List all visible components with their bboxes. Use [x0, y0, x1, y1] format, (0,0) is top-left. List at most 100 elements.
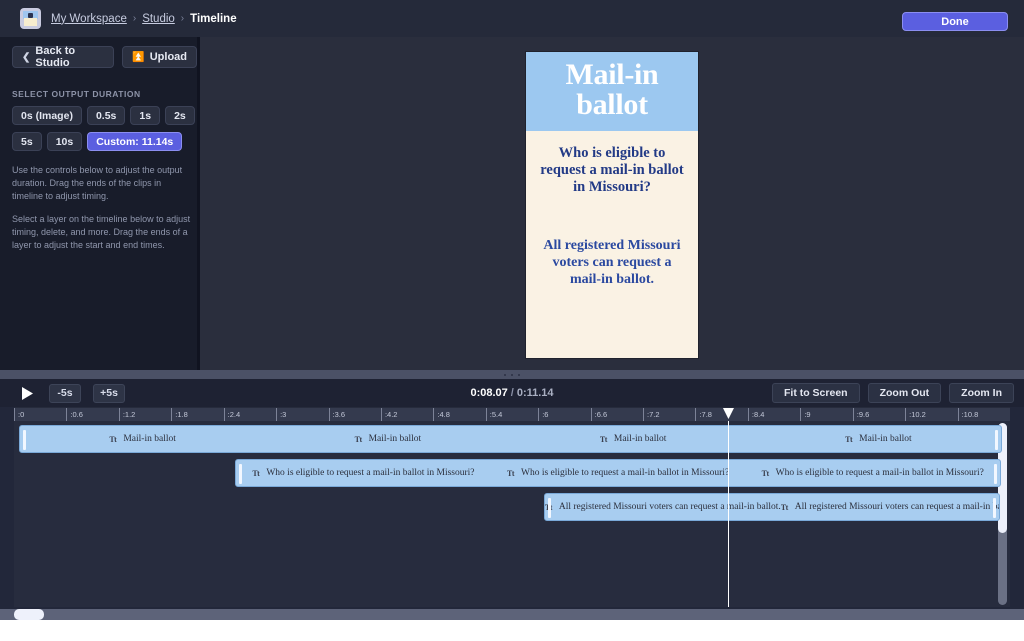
clip-right-handle[interactable]	[995, 430, 999, 450]
clip-label: Tt Who is eligible to request a mail-in b…	[236, 468, 491, 478]
duration-chip-1[interactable]: 0.5s	[86, 106, 126, 125]
duration-row-2: 5s 10s Custom: 11.14s	[0, 132, 197, 151]
duration-chip-6[interactable]: Custom: 11.14s	[87, 132, 183, 151]
drag-handle-icon	[511, 373, 513, 376]
ruler-tick-5: :3	[276, 408, 286, 421]
clip-label-text: Mail-in ballot	[613, 434, 667, 444]
total-time: 0:11.14	[516, 387, 554, 399]
breadcrumb-studio[interactable]: Studio	[142, 13, 175, 25]
duration-chip-3[interactable]: 2s	[165, 106, 195, 125]
clip-left-handle[interactable]	[547, 498, 551, 518]
playhead-triangle-icon[interactable]	[722, 408, 734, 419]
skip-forward-button[interactable]: +5s	[93, 383, 125, 403]
clip-label: Tt Mail-in ballot	[20, 434, 265, 444]
clip-label: TtAll registered Missouri voters can req…	[545, 502, 781, 512]
ruler-tick-18: :10.8	[957, 408, 978, 421]
ruler-tick-4: :2.4	[223, 408, 240, 421]
ruler-tick-16: :9.6	[852, 408, 869, 421]
slide-card-body: Who is eligible to request a mail-in bal…	[526, 131, 698, 358]
drag-handle-icon	[504, 373, 506, 376]
duration-chip-4[interactable]: 5s	[12, 132, 42, 151]
clip-label-text: Mail-in ballot	[368, 434, 422, 444]
back-to-studio-button[interactable]: ❮ Back to Studio	[12, 45, 115, 69]
clip-label-text: Who is eligible to request a mail-in bal…	[775, 468, 984, 478]
timeline-resize-handle[interactable]	[0, 370, 1024, 379]
breadcrumb: My Workspace › Studio › Timeline	[51, 13, 237, 25]
output-duration-section-label: SELECT OUTPUT DURATION	[12, 89, 141, 99]
back-to-studio-label: Back to Studio	[35, 45, 76, 69]
ruler-tick-14: :8.4	[747, 408, 764, 421]
ruler-tick-10: :6	[538, 408, 548, 421]
timeline-clip[interactable]: TtAll registered Missouri voters can req…	[543, 493, 1001, 521]
ruler-tick-15: :9	[800, 408, 811, 421]
ruler-tick-13: :7.8	[695, 408, 712, 421]
slide-question: Who is eligible to request a mail-in bal…	[540, 144, 684, 195]
duration-chip-2[interactable]: 1s	[130, 106, 161, 125]
drag-handle-icon	[518, 373, 520, 376]
breadcrumb-separator-icon: ›	[132, 13, 137, 24]
text-layer-icon: Tt	[252, 468, 260, 478]
playhead-knob[interactable]	[722, 408, 734, 419]
timeline-editor-app: My Workspace › Studio › Timeline Done ❮ …	[0, 0, 1024, 641]
play-button[interactable]	[17, 383, 37, 403]
text-layer-icon: Tt	[845, 434, 853, 444]
upload-label: Upload	[149, 51, 187, 63]
clip-label: Tt Who is eligible to request a mail-in b…	[745, 468, 1000, 478]
logo-shape-bottom	[24, 18, 37, 26]
sidebar-actions: ❮ Back to Studio ⏫ Upload	[0, 45, 197, 69]
timeline-tracks[interactable]: Tt Mail-in ballot Tt Mail-in ballot Tt Mail-i…	[14, 421, 1010, 607]
clip-right-handle[interactable]	[994, 464, 998, 484]
help-paragraph-1: Use the controls below to adjust the out…	[12, 165, 183, 201]
slide-title: Mail-in ballot	[565, 57, 659, 122]
clip-label-text: All registered Missouri voters can reque…	[558, 502, 781, 512]
ruler-tick-12: :7.2	[643, 408, 660, 421]
zoom-out-button[interactable]: Zoom Out	[867, 383, 942, 403]
preview-canvas[interactable]: Mail-in ballot Who is eligible to reques…	[197, 37, 1024, 370]
slide-answer: All registered Missouri voters can reque…	[543, 238, 681, 287]
clip-right-handle[interactable]	[993, 498, 997, 518]
slide-card[interactable]: Mail-in ballot Who is eligible to reques…	[526, 51, 698, 358]
duration-chip-5[interactable]: 10s	[46, 132, 83, 151]
ruler-tick-6: :3.6	[328, 408, 345, 421]
clip-label: Tt Who is eligible to request a mail-in b…	[491, 468, 746, 478]
clip-label-text: Mail-in ballot	[859, 434, 912, 444]
logo-shape-mark	[28, 13, 33, 18]
timeline-horizontal-scrollbar[interactable]	[0, 609, 1024, 620]
clip-left-handle[interactable]	[239, 464, 243, 484]
ruler-tick-11: :6.6	[590, 408, 607, 421]
timeline-clip[interactable]: Tt Who is eligible to request a mail-in b…	[235, 459, 1002, 487]
slide-card-header: Mail-in ballot	[526, 51, 698, 131]
app-logo-icon[interactable]	[20, 8, 41, 29]
play-icon	[22, 386, 33, 400]
timeline-panel: -5s +5s 0:08.07 / 0:11.14 Fit to Screen …	[0, 370, 1024, 620]
clip-content: Tt Mail-in ballot Tt Mail-in ballot Tt Mail-i…	[20, 426, 1001, 452]
breadcrumb-workspace[interactable]: My Workspace	[51, 13, 127, 25]
done-button[interactable]: Done	[902, 12, 1008, 31]
text-layer-icon: Tt	[761, 468, 770, 478]
page-bottom-strip	[0, 620, 1024, 641]
ruler-tick-8: :4.8	[433, 408, 450, 421]
upload-button[interactable]: ⏫ Upload	[122, 46, 197, 68]
duration-row-1: 0s (Image) 0.5s 1s 2s	[0, 106, 197, 125]
time-separator: /	[510, 387, 514, 399]
clip-left-handle[interactable]	[22, 430, 26, 450]
clip-label-text: Mail-in ballot	[123, 434, 176, 444]
ruler-tick-1: :0.6	[66, 408, 83, 421]
playhead-line[interactable]	[727, 421, 729, 607]
horizontal-scroll-thumb[interactable]	[14, 609, 44, 620]
help-paragraph-2: Select a layer on the timeline below to …	[12, 214, 191, 250]
current-time: 0:08.07	[470, 387, 508, 399]
clip-content: TtAll registered Missouri voters can req…	[545, 494, 999, 520]
zoom-in-button[interactable]: Zoom In	[949, 383, 1014, 403]
skip-back-button[interactable]: -5s	[49, 383, 81, 403]
clip-label-text: Who is eligible to request a mail-in bal…	[520, 468, 730, 478]
timeline-ruler[interactable]: :0:0.6:1.2:1.8:2.4:3:3.6:4.2:4.8:5.4:6:6…	[14, 407, 1010, 421]
timeline-clip[interactable]: Tt Mail-in ballot Tt Mail-in ballot Tt Mail-i…	[18, 425, 1003, 453]
chevron-left-icon: ❮	[22, 51, 31, 63]
fit-to-screen-button[interactable]: Fit to Screen	[771, 383, 860, 403]
clip-label-text: Who is eligible to request a mail-in bal…	[266, 468, 475, 478]
duration-chip-0[interactable]: 0s (Image)	[12, 106, 82, 125]
left-sidebar: ❮ Back to Studio ⏫ Upload SELECT OUTPUT …	[0, 37, 197, 370]
clip-label: TtAll registered Missouri voters can req…	[781, 502, 999, 512]
clip-label: Tt Mail-in ballot	[265, 434, 510, 444]
